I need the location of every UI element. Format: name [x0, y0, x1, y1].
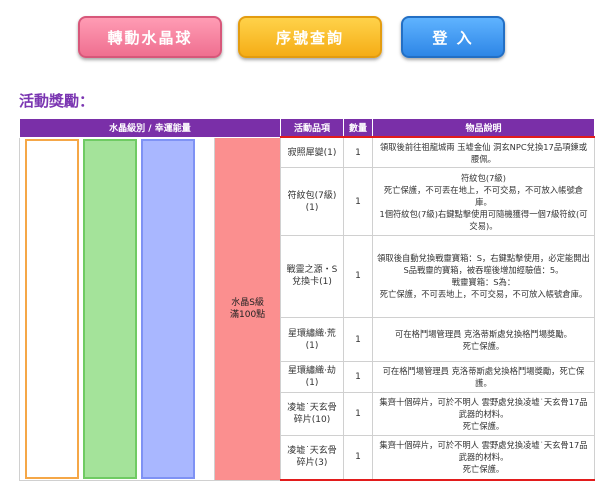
- header-level: 水晶級別 / 幸運能量: [19, 118, 281, 138]
- header-qty: 數量: [343, 118, 373, 138]
- crystal-label: 水晶S級 滿100點: [230, 297, 266, 320]
- item-qty: 1: [343, 361, 373, 393]
- crystal-level-cell: 水晶S級 滿100點: [214, 136, 281, 481]
- item-name: 星環繡織·劫(1): [279, 361, 345, 393]
- table-header-row: 水晶級別 / 幸運能量 活動品項 數量 物品說明: [19, 118, 596, 138]
- item-qty: 1: [343, 434, 373, 481]
- item-desc: 可在格鬥場管理員 克洛蒂斯處兌換格鬥場獎勵，死亡保護。: [371, 361, 596, 393]
- item-qty: 1: [343, 235, 373, 318]
- item-qty: 1: [343, 391, 373, 436]
- item-desc: 領取後自動兌換戰靈寶箱：S，右鍵點擊使用，必定能開出S品戰靈的寶箱，被吞噬後增加…: [371, 235, 596, 318]
- item-name: 符紋包(7級)(1): [279, 167, 345, 237]
- item-name: 凌墟˙天玄骨碎片(10): [279, 391, 345, 436]
- level-bar-blue: [141, 138, 195, 479]
- serial-query-button[interactable]: 序號查詢: [238, 16, 382, 58]
- item-qty: 1: [343, 136, 373, 169]
- item-desc: 集齊十個碎片，可於不明人 雲野處兌換凌墟˙天玄骨17品武器的材料。 死亡保護。: [371, 434, 596, 481]
- level-bar-orange: [25, 138, 79, 479]
- item-name: 戰靈之源・S兌換卡(1): [279, 235, 345, 318]
- item-desc: 集齊十個碎片，可於不明人 雲野處兌換凌墟˙天玄骨17品武器的材料。 死亡保護。: [371, 391, 596, 436]
- item-name: 凌墟˙天玄骨碎片(3): [279, 434, 345, 481]
- item-desc: 符紋包(7級) 死亡保護，不可丟在地上，不可交易，不可放入帳號倉庫。 1個符紋包…: [371, 167, 596, 237]
- header-item: 活動品項: [279, 118, 345, 138]
- item-qty: 1: [343, 316, 373, 363]
- item-desc: 領取後前往祖龍城兩 玉墟金仙 洞玄NPC兌換17品項鍊或腰佩。: [371, 136, 596, 169]
- reward-table: 水晶級別 / 幸運能量 活動品項 數量 物品說明 水晶S級 滿100點 寂照犀變…: [18, 118, 596, 481]
- item-desc: 可在格鬥場管理員 克洛蒂斯處兌換格鬥場獎勵。 死亡保護。: [371, 316, 596, 363]
- rotate-crystal-ball-button[interactable]: 轉動水晶球: [78, 16, 222, 58]
- header-desc: 物品說明: [371, 118, 596, 138]
- level-bars-cell: [18, 136, 216, 481]
- table-row: 水晶S級 滿100點 寂照犀變(1) 1 領取後前往祖龍城兩 玉墟金仙 洞玄NP…: [18, 136, 596, 481]
- login-button[interactable]: 登 入: [401, 16, 505, 58]
- level-bar-green: [83, 138, 137, 479]
- section-title: 活動獎勵：: [19, 92, 95, 110]
- item-qty: 1: [343, 167, 373, 237]
- item-name: 寂照犀變(1): [279, 136, 345, 169]
- item-name: 星環繡織·荒(1): [279, 316, 345, 363]
